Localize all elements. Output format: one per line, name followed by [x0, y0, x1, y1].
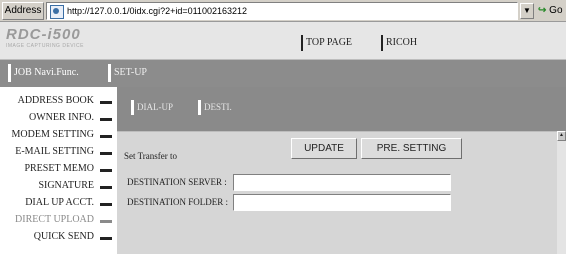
sidebar-item-dial-up-acct[interactable]: DIAL UP ACCT.	[25, 195, 112, 210]
product-logo: RDC-i500 IMAGE CAPTURING DEVICE	[6, 27, 98, 51]
nav-setup[interactable]: SET-UP	[108, 64, 147, 82]
scroll-up-icon[interactable]: ▲	[557, 131, 566, 141]
address-dropdown-icon[interactable]: ▼	[520, 3, 534, 19]
destination-folder-label: DESTINATION FOLDER :	[127, 197, 228, 207]
nav-bar	[0, 60, 566, 87]
destination-server-input[interactable]	[234, 178, 450, 193]
tab-destination[interactable]: DESTI.	[198, 100, 232, 115]
logo-subtext: IMAGE CAPTURING DEVICE	[6, 43, 84, 49]
tab-dial-up[interactable]: DIAL-UP	[131, 100, 173, 115]
sidebar-item-signature[interactable]: SIGNATURE	[38, 178, 112, 193]
sidebar-item-address-book[interactable]: ADDRESS BOOK	[18, 93, 113, 108]
sidebar-item-email-setting[interactable]: E-MAIL SETTING	[15, 144, 112, 159]
nav-job-navi[interactable]: JOB Navi.Func.	[8, 64, 79, 82]
sidebar-item-owner-info[interactable]: OWNER INFO.	[29, 110, 112, 125]
go-label: Go	[549, 5, 563, 16]
top-page-link[interactable]: TOP PAGE	[301, 35, 352, 51]
url-text: http://127.0.0.1/0idx.cgi?2+id=011002163…	[67, 6, 247, 16]
sidebar-item-modem-setting[interactable]: MODEM SETTING	[12, 127, 113, 142]
transfer-label: Set Transfer to	[124, 151, 178, 161]
destination-folder-field[interactable]	[233, 194, 451, 213]
destination-server-field[interactable]	[233, 174, 451, 193]
go-button[interactable]: ↪ Go	[538, 2, 565, 20]
destination-server-label: DESTINATION SERVER :	[127, 177, 227, 187]
sidebar-item-preset-memo[interactable]: PRESET MEMO	[24, 161, 112, 176]
sidebar-item-quick-send[interactable]: QUICK SEND	[34, 229, 113, 244]
page-icon	[50, 5, 64, 19]
update-button[interactable]: UPDATE	[291, 138, 357, 159]
pre-setting-button[interactable]: PRE. SETTING	[361, 138, 462, 159]
ricoh-link[interactable]: RICOH	[381, 35, 417, 51]
scrollbar-track[interactable]	[557, 141, 566, 254]
address-label: Address	[2, 2, 44, 20]
sidebar: ADDRESS BOOK OWNER INFO. MODEM SETTING E…	[0, 87, 117, 254]
logo-text: RDC-i500	[6, 26, 81, 43]
subtab-bar	[117, 87, 566, 131]
sidebar-item-direct-upload[interactable]: DIRECT UPLOAD	[15, 212, 112, 227]
destination-folder-input[interactable]	[234, 198, 450, 213]
go-arrow-icon: ↪	[538, 5, 547, 16]
address-field[interactable]: http://127.0.0.1/0idx.cgi?2+id=011002163…	[46, 2, 518, 20]
